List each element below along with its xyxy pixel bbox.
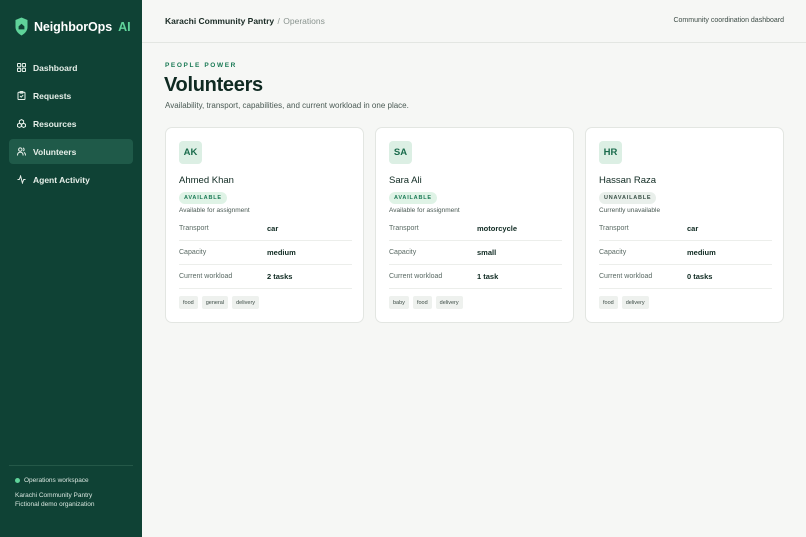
sidebar-nav: Dashboard Requests Resources Volunteers <box>9 55 133 195</box>
page-title: Volunteers <box>164 74 263 96</box>
capability-tags: food general delivery <box>179 296 263 309</box>
page-subtitle: Availability, transport, capabilities, a… <box>165 101 409 110</box>
workload-label: Current workload <box>599 273 653 280</box>
capability-tags: food delivery <box>599 296 653 309</box>
sidebar: NeighborOps AI Dashboard Requests Resour… <box>0 0 142 537</box>
capability-tag: food <box>412 296 432 309</box>
capacity-row: Capacity medium <box>179 241 352 265</box>
activity-icon <box>17 175 26 184</box>
sidebar-item-volunteers[interactable]: Volunteers <box>9 139 133 164</box>
capacity-label: Capacity <box>389 249 417 256</box>
transport-value: car <box>267 224 279 233</box>
status-note: Currently unavailable <box>599 207 661 214</box>
org-name: Karachi Community Pantry <box>15 492 93 499</box>
breadcrumb-page[interactable]: Operations <box>283 16 325 26</box>
capacity-value: small <box>477 248 497 257</box>
avatar: SA <box>389 141 412 164</box>
capacity-row: Capacity small <box>389 241 562 265</box>
sidebar-item-label: Agent Activity <box>33 174 90 185</box>
sidebar-item-resources[interactable]: Resources <box>9 111 133 136</box>
workload-label: Current workload <box>179 273 233 280</box>
workspace-row: Operations workspace <box>9 477 133 484</box>
capability-tag: food <box>599 296 618 309</box>
transport-label: Transport <box>599 225 629 232</box>
clipboard-icon <box>17 91 26 100</box>
transport-row: Transport car <box>599 217 772 241</box>
capacity-label: Capacity <box>599 249 627 256</box>
workspace-info: Operations workspace Karachi Community P… <box>9 465 133 508</box>
volunteer-details: Transport car Capacity medium Current wo… <box>599 217 772 289</box>
sidebar-item-dashboard[interactable]: Dashboard <box>9 55 133 80</box>
capability-tag: delivery <box>621 296 649 309</box>
workload-value: 0 tasks <box>687 272 713 281</box>
sidebar-item-agent-activity[interactable]: Agent Activity <box>9 167 133 192</box>
capability-tag: baby <box>389 296 409 309</box>
sidebar-item-requests[interactable]: Requests <box>9 83 133 108</box>
capability-tags: baby food delivery <box>389 296 467 309</box>
sidebar-item-label: Dashboard <box>33 62 78 73</box>
capacity-row: Capacity medium <box>599 241 772 265</box>
avatar: AK <box>179 141 202 164</box>
transport-row: Transport motorcycle <box>389 217 562 241</box>
capability-tag: delivery <box>232 296 260 309</box>
workload-row: Current workload 0 tasks <box>599 265 772 289</box>
transport-label: Transport <box>389 225 419 232</box>
volunteer-details: Transport car Capacity medium Current wo… <box>179 217 352 289</box>
page-eyebrow: PEOPLE POWER <box>165 62 237 69</box>
capability-tag: delivery <box>435 296 463 309</box>
status-note: Available for assignment <box>389 207 460 214</box>
breadcrumb-separator: / <box>277 16 280 26</box>
capacity-value: medium <box>687 248 716 257</box>
breadcrumb: Karachi Community Pantry / Operations <box>165 16 325 26</box>
sidebar-item-label: Resources <box>33 118 77 129</box>
volunteer-card-ahmed-khan[interactable]: AK Ahmed Khan AVAILABLE Available for as… <box>165 127 364 323</box>
transport-value: car <box>687 224 699 233</box>
avatar: HR <box>599 141 622 164</box>
org-note: Fictional demo organization <box>15 501 95 508</box>
volunteer-details: Transport motorcycle Capacity small Curr… <box>389 217 562 289</box>
workload-value: 1 task <box>477 272 499 281</box>
workload-value: 2 tasks <box>267 272 293 281</box>
grid-icon <box>17 63 26 72</box>
status-badge: AVAILABLE <box>179 192 227 204</box>
brand-suffix: AI <box>118 19 131 34</box>
workload-row: Current workload 1 task <box>389 265 562 289</box>
status-note: Available for assignment <box>179 207 250 214</box>
dashboard-label: Community coordination dashboard <box>673 17 784 24</box>
boxes-icon <box>17 119 26 128</box>
workload-label: Current workload <box>389 273 443 280</box>
capability-tag: general <box>201 296 229 309</box>
sidebar-item-label: Requests <box>33 90 72 101</box>
breadcrumb-org[interactable]: Karachi Community Pantry <box>165 16 274 26</box>
volunteer-name: Ahmed Khan <box>179 175 234 186</box>
capability-tag: food <box>179 296 198 309</box>
capacity-value: medium <box>267 248 296 257</box>
volunteer-name: Sara Ali <box>389 175 422 186</box>
capacity-label: Capacity <box>179 249 207 256</box>
volunteer-name: Hassan Raza <box>599 175 657 186</box>
volunteer-card-sara-ali[interactable]: SA Sara Ali AVAILABLE Available for assi… <box>375 127 574 323</box>
workload-row: Current workload 2 tasks <box>179 265 352 289</box>
brand-name: NeighborOps <box>34 19 113 34</box>
status-badge: UNAVAILABLE <box>599 192 657 204</box>
transport-row: Transport car <box>179 217 352 241</box>
sidebar-item-label: Volunteers <box>33 146 77 157</box>
volunteer-card-hassan-raza[interactable]: HR Hassan Raza UNAVAILABLE Currently una… <box>585 127 784 323</box>
transport-label: Transport <box>179 225 209 232</box>
status-dot-icon <box>15 478 20 483</box>
brand[interactable]: NeighborOps AI <box>15 17 131 36</box>
workspace-label: Operations workspace <box>24 477 89 484</box>
topbar: Karachi Community Pantry / Operations Co… <box>142 0 806 43</box>
users-icon <box>17 147 26 156</box>
status-badge: AVAILABLE <box>389 192 437 204</box>
shield-logo-icon <box>15 17 28 36</box>
transport-value: motorcycle <box>477 224 518 233</box>
